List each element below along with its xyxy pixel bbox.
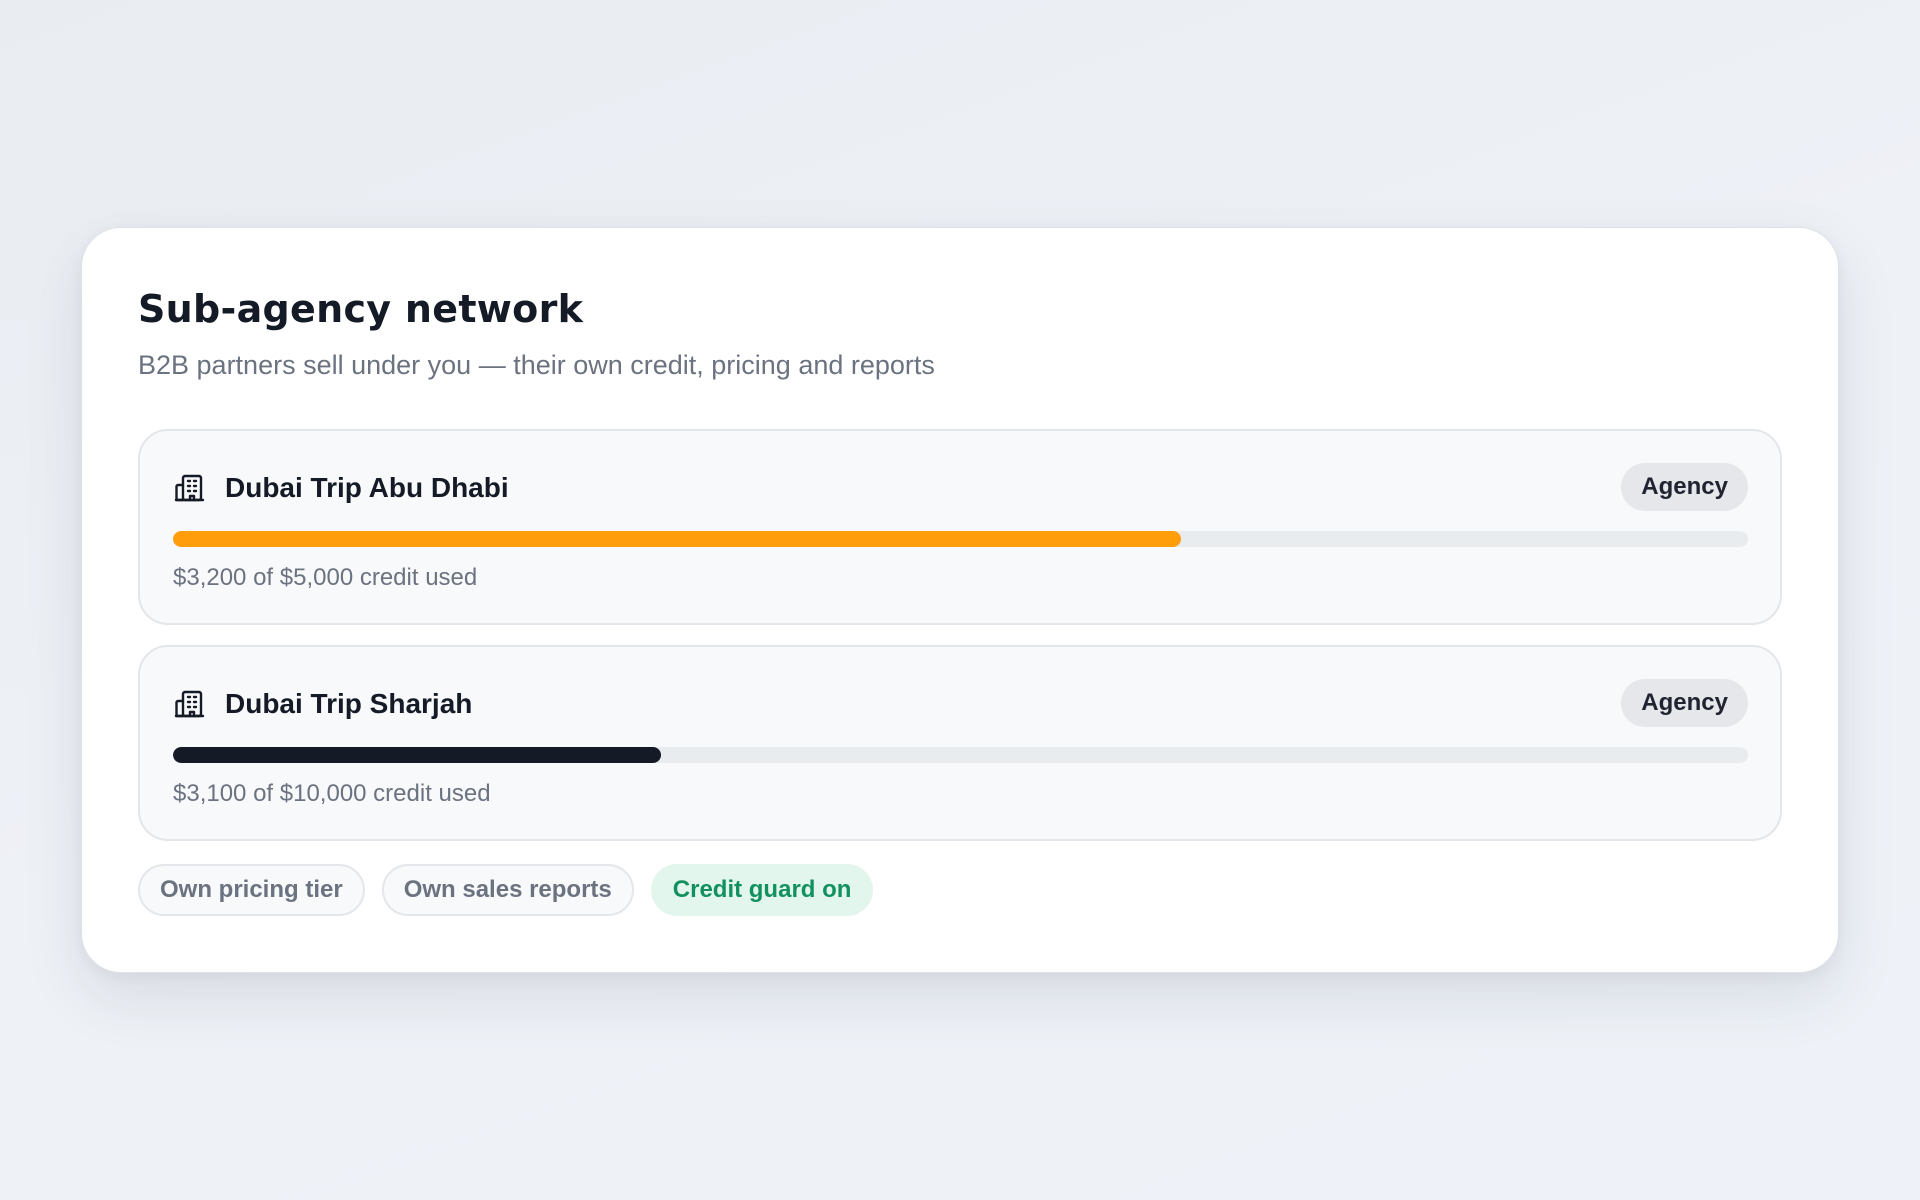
credit-guard-chip[interactable]: Credit guard on [650, 864, 874, 916]
partner-card[interactable]: Dubai Trip Abu Dhabi Agency $3,200 of $5,0… [138, 429, 1782, 625]
partner-type-badge: Agency [1621, 463, 1748, 511]
credit-usage-text: $3,100 of $10,000 credit used [173, 780, 491, 807]
own-sales-reports-chip[interactable]: Own sales reports [381, 864, 634, 916]
card-subtitle: B2B partners sell under you — their own … [138, 350, 935, 380]
credit-progress-track [173, 531, 1748, 547]
credit-usage-text: $3,200 of $5,000 credit used [173, 564, 478, 591]
own-pricing-tier-chip[interactable]: Own pricing tier [138, 864, 365, 916]
sub-agency-card: Sub-agency network B2B partners sell und… [81, 227, 1839, 973]
building-icon [173, 472, 205, 504]
building-icon [173, 688, 205, 720]
partner-name: Dubai Trip Abu Dhabi [225, 472, 509, 503]
partner-name: Dubai Trip Sharjah [225, 688, 473, 719]
credit-progress-track [173, 747, 1748, 763]
card-title: Sub-agency network [138, 287, 584, 331]
credit-progress-fill [173, 747, 662, 763]
credit-progress-fill [173, 531, 1181, 547]
partner-type-badge: Agency [1621, 679, 1748, 727]
partner-card[interactable]: Dubai Trip Sharjah Agency $3,100 of $10,00… [138, 645, 1782, 841]
feature-chips: Own pricing tier Own sales reports Credit … [138, 864, 874, 916]
